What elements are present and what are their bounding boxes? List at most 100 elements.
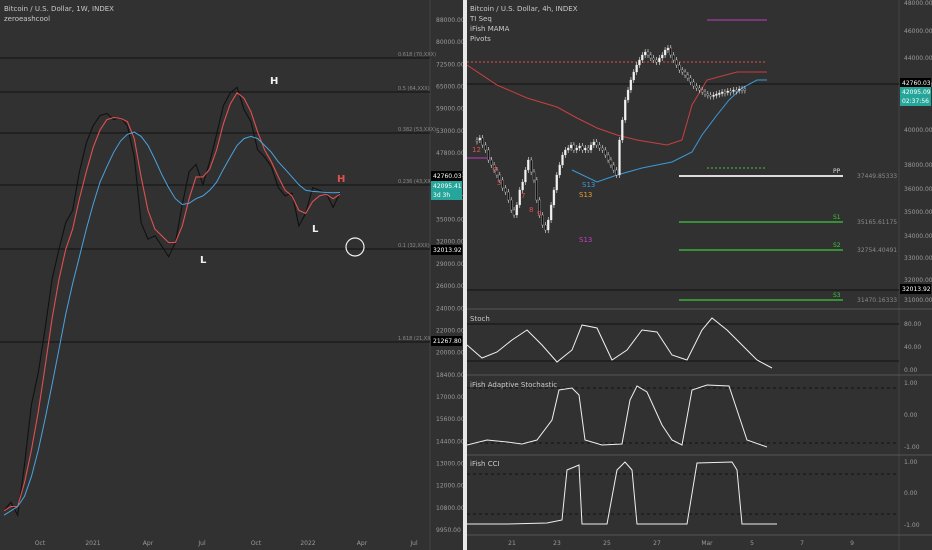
right-chart-panel[interactable]: Bitcoin / U.S. Dollar, 4h, INDEX TI Seq … [467, 0, 932, 550]
candle-body [658, 57, 661, 63]
annotation-high-2: H [337, 174, 345, 185]
right-x-tick-label: 23 [553, 540, 561, 547]
candle-body [581, 145, 584, 151]
candle-body [561, 154, 564, 166]
stoch-tick: 80.00 [904, 321, 921, 328]
candle-body [624, 99, 627, 121]
candle-body [564, 149, 567, 156]
stoch-tick: 0.00 [904, 367, 918, 374]
candle-body [686, 74, 690, 79]
annotation-high-1: H [270, 76, 278, 87]
right-y-tick-label: 48000.00 [904, 0, 932, 7]
right-price-tag: 42095.09 [902, 89, 931, 96]
candle-body [484, 144, 487, 151]
candle-body [706, 93, 710, 96]
candle-body [572, 144, 576, 151]
left-fib-label: 1.618 (21,XXX) [398, 336, 436, 342]
left-price-tag: 42760.03 [433, 173, 462, 180]
candle-body [703, 91, 707, 95]
candle-body [729, 90, 732, 93]
left-series-line [3, 86, 341, 517]
ifish-cci-tick: 1.00 [904, 459, 918, 466]
left-y-tick-label: 53000.00 [436, 128, 463, 135]
candle-body [629, 79, 633, 91]
candle-body [501, 179, 504, 189]
candle-body [589, 144, 593, 151]
candle-body [521, 181, 524, 191]
candle-body [700, 89, 704, 93]
annotation-low-1: L [200, 255, 207, 266]
left-y-tick-label: 14400.00 [436, 438, 463, 445]
ifish-stoch-tick: -1.00 [904, 444, 920, 451]
seq-label: S13 [579, 236, 592, 244]
candle-body [641, 54, 644, 61]
left-chart-panel[interactable]: Bitcoin / U.S. Dollar, 1W, INDEX zeroeas… [0, 0, 463, 550]
right-y-tick-label: 36000.00 [904, 186, 932, 193]
left-y-tick-label: 12000.00 [436, 483, 463, 490]
right-price-tag: 02:37:56 [902, 98, 929, 105]
candle-body [652, 57, 655, 61]
right-y-tick-label: 31000.00 [904, 297, 932, 304]
left-x-tick-label: Jul [409, 540, 418, 547]
left-y-tick-label: 24000.00 [436, 305, 463, 312]
candle-body [689, 77, 692, 83]
seq-label: 12 [472, 146, 481, 154]
candle-body [587, 147, 590, 151]
left-x-tick-label: Apr [143, 540, 154, 547]
left-fib-label: 0.5 (64,XXX) [398, 86, 430, 92]
mama-red-line [467, 64, 767, 146]
candle-body [535, 179, 538, 201]
left-y-tick-label: 13000.00 [436, 460, 463, 467]
candle-body [558, 164, 561, 176]
right-x-tick-label: 7 [800, 540, 804, 547]
left-fib-label: 0.236 (43,XXX) [398, 179, 436, 185]
left-x-tick-label: Oct [251, 540, 262, 547]
candle-body [698, 87, 701, 91]
right-y-tick-label: 40000.00 [904, 127, 932, 134]
left-series-line [3, 91, 341, 512]
candle-body [592, 141, 595, 146]
left-y-tick-label: 72500.00 [436, 61, 463, 68]
left-y-tick-label: 65000.00 [436, 84, 463, 91]
left-y-tick-label: 29000.00 [436, 261, 463, 268]
candle-body [530, 159, 533, 173]
candle-body [606, 154, 610, 161]
candle-body [735, 89, 738, 92]
right-x-tick-label: 21 [508, 540, 516, 547]
candle-body [549, 204, 553, 221]
left-x-tick-label: Jul [197, 540, 206, 547]
left-y-tick-label: 22000.00 [436, 327, 463, 334]
right-chart-svg: 48000.0046000.0044000.0042000.0040000.00… [467, 0, 932, 550]
left-chart-svg: 88000.00 80000.00 72500.00 65000.00 59000.00… [0, 0, 463, 550]
left-price-tag: 42095.41 [433, 183, 462, 190]
candle-body [692, 81, 695, 87]
candle-body [584, 147, 587, 151]
left-y-tick-label: 15600.00 [436, 416, 463, 423]
left-y-tick-label: 35000.00 [436, 217, 463, 224]
annotation-low-2: L [312, 224, 319, 235]
left-x-tick-label: 2021 [85, 540, 100, 547]
left-y-tick-label: 32000.00 [436, 239, 463, 246]
ifish-cci-line [467, 461, 777, 525]
candle-body [726, 90, 729, 93]
candle-body [598, 144, 601, 149]
left-price-tag: 21267.80 [433, 338, 462, 345]
right-y-tick-label: 46000.00 [904, 28, 932, 35]
right-x-tick-label: 25 [603, 540, 611, 547]
candle-body [532, 171, 536, 181]
left-fib-label: 0.382 (53,XXX) [398, 127, 436, 133]
candle-body [675, 59, 678, 66]
left-y-tick-label: 47800.00 [436, 150, 463, 157]
candle-body [649, 54, 653, 59]
candle-body [743, 88, 747, 91]
candle-body [681, 69, 684, 73]
candle-body [487, 149, 490, 161]
candle-body [715, 93, 718, 96]
candle-body [661, 54, 664, 59]
ifish-stoch-tick: 0.00 [904, 412, 918, 419]
ifish-cci-tick: 0.00 [904, 490, 918, 497]
left-y-tick-label: 9950.00 [436, 527, 461, 534]
candle-body [490, 159, 493, 166]
left-x-tick-label: Apr [357, 540, 368, 547]
ifish-stoch-tick: 1.00 [904, 380, 918, 387]
